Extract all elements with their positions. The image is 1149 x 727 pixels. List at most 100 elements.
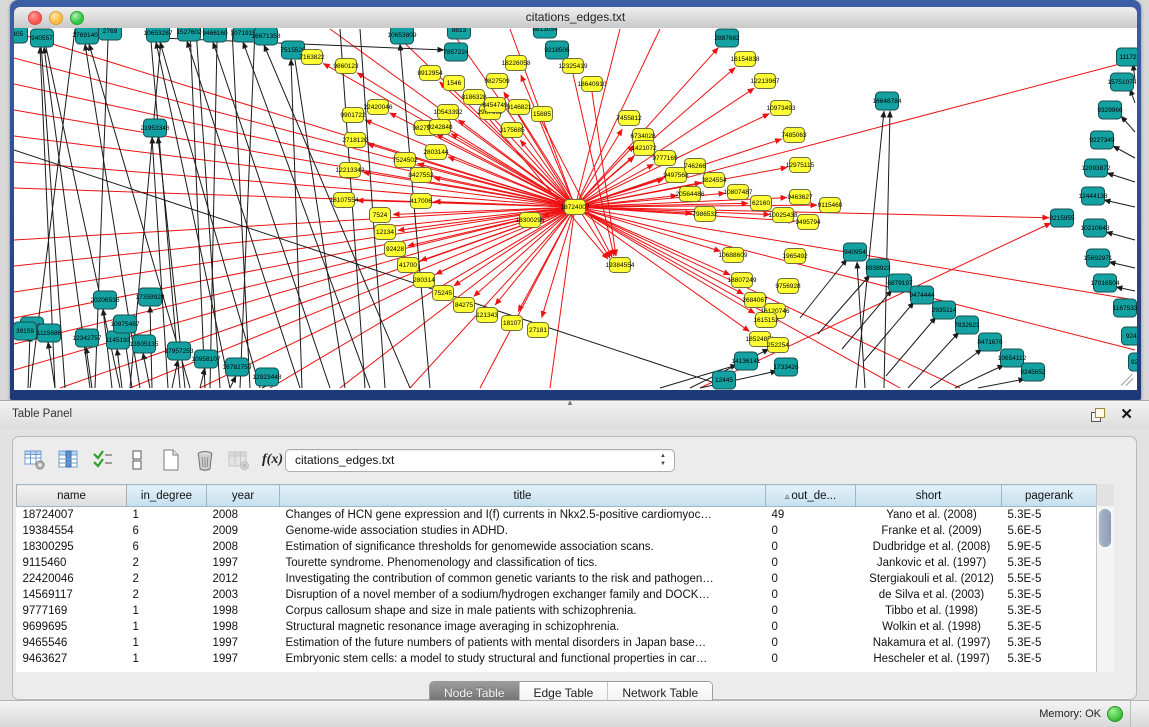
table-selector-dropdown[interactable]: citations_edges.txt ▲▼: [285, 449, 675, 472]
status-divider: [1130, 701, 1131, 727]
float-icon: [1095, 408, 1105, 418]
table-row[interactable]: 1872400712008Changes of HCN gene express…: [17, 507, 1097, 524]
graph-node-label: 41700: [399, 262, 417, 269]
table-cell: 5.5E-5: [1002, 571, 1097, 587]
graph-node-label: 12445: [715, 377, 733, 384]
graph-node-label: 7524502: [392, 157, 418, 164]
table-row[interactable]: 946362711997Embryonic stem cells: a mode…: [17, 651, 1097, 667]
graph-node-label: 2935114: [932, 307, 957, 314]
table-row[interactable]: 1830029562008Estimation of significance …: [17, 539, 1097, 555]
table-cell: 6: [127, 539, 207, 555]
table-cell: 9463627: [17, 651, 127, 667]
column-header-out-degree[interactable]: ▵out_de...: [766, 485, 856, 507]
scrollbar-track[interactable]: [1097, 506, 1114, 672]
graph-node-label: 92428: [386, 246, 404, 253]
column-header-short[interactable]: short: [856, 485, 1002, 507]
graph-node-label: 10688609: [719, 252, 748, 259]
column-header-in-degree[interactable]: in_degree: [127, 485, 207, 507]
float-panel-button[interactable]: [1091, 408, 1105, 422]
graph-node-label: 17016504: [1091, 280, 1120, 287]
graph-node-label: 1115686: [37, 330, 62, 337]
table-cell: 1: [127, 635, 207, 651]
show-columns-button[interactable]: [55, 447, 82, 473]
delete-table-button[interactable]: [225, 447, 252, 473]
table-cell: 5.3E-5: [1002, 555, 1097, 571]
table-cell: Corpus callosum shape and size in male p…: [280, 603, 766, 619]
graph-node-label: 10025438: [769, 212, 798, 219]
graph-node-label: 9463627: [787, 194, 813, 201]
table-scrollbar[interactable]: [1096, 484, 1114, 672]
table-cell: 6: [127, 523, 207, 539]
column-header-title[interactable]: title: [280, 485, 766, 507]
screen: citations_edges.txt 94059405572769140627…: [0, 0, 1149, 727]
column-header-pagerank[interactable]: pagerank: [1002, 485, 1097, 507]
graph-node-label: 9495794: [795, 219, 821, 226]
splitter-collapse-icon[interactable]: ▲: [566, 398, 574, 407]
graph-node-label: 84275: [455, 302, 473, 309]
table-cell: 1998: [207, 619, 280, 635]
row-height-button[interactable]: [123, 447, 150, 473]
table-cell: Dudbridge et al. (2008): [856, 539, 1002, 555]
table-row[interactable]: 911546021997Tourette syndrome. Phenomeno…: [17, 555, 1097, 571]
network-canvas[interactable]: 9405940557276914062769106532871527602946…: [14, 28, 1137, 390]
table-cell: Investigating the contribution of common…: [280, 571, 766, 587]
graph-node-label: 21953346: [141, 125, 170, 132]
table-row[interactable]: 2242004622012Investigating the contribut…: [17, 571, 1097, 587]
status-bar: Memory: OK: [0, 700, 1149, 727]
node-table-grid: name in_degree year title ▵out_de... sho…: [16, 484, 1097, 667]
graph-node-label: 9405: [14, 31, 24, 38]
graph-node-label: 19384554: [606, 262, 635, 269]
graph-node-label: 746266: [684, 163, 706, 170]
table-mode-button[interactable]: [21, 447, 48, 473]
node-table: name in_degree year title ▵out_de... sho…: [16, 484, 1113, 672]
graph-node-label: 2718120: [342, 137, 368, 144]
table-cell: Stergiakouli et al. (2012): [856, 571, 1002, 587]
graph-node-label: 39159: [16, 328, 34, 335]
graph-node-label: 7485063: [781, 132, 807, 139]
table-cell: 18300295: [17, 539, 127, 555]
graph-node-label: 9901722: [340, 112, 366, 119]
resize-grip-icon[interactable]: [1120, 373, 1134, 387]
column-header-year[interactable]: year: [207, 485, 280, 507]
graph-node-label: 10654112: [998, 355, 1027, 362]
table-cell: 19384554: [17, 523, 127, 539]
graph-node-label: 10958107: [192, 356, 221, 363]
table-cell: 18724007: [17, 507, 127, 524]
graph-node-label: 8215955: [1049, 215, 1075, 222]
table-cell: 0: [766, 523, 856, 539]
scrollbar-thumb[interactable]: [1099, 509, 1111, 547]
table-cell: Yano et al. (2008): [856, 507, 1002, 524]
table-cell: de Silva et al. (2003): [856, 587, 1002, 603]
table-row[interactable]: 969969511998Structural magnetic resonanc…: [17, 619, 1097, 635]
new-column-button[interactable]: [157, 447, 184, 473]
column-header-name[interactable]: name: [17, 485, 127, 507]
close-panel-button[interactable]: ✕: [1120, 405, 1133, 423]
graph-node-label: 18724007: [561, 204, 590, 211]
table-row[interactable]: 1456911722003Disruption of a novel membe…: [17, 587, 1097, 603]
graph-node-label: 10653287: [144, 30, 173, 37]
table-cell: 14569117: [17, 587, 127, 603]
graph-node-label: 9827509: [484, 78, 510, 85]
column-checklist-button[interactable]: [89, 447, 116, 473]
memory-ok-indicator[interactable]: [1107, 706, 1123, 722]
table-cell: 0: [766, 619, 856, 635]
graph-node-label: 13505135: [130, 341, 159, 348]
table-row[interactable]: 977716911998Corpus callosum shape and si…: [17, 603, 1097, 619]
window-titlebar[interactable]: citations_edges.txt: [14, 7, 1137, 29]
network-graph[interactable]: 9405940557276914062769106532871527602946…: [14, 28, 1137, 390]
graph-node-label: 16154838: [731, 56, 760, 63]
graph-node-label: 75245: [434, 290, 452, 297]
graph-node-label: 8454749: [482, 102, 508, 109]
graph-node-label: 18640910: [578, 81, 607, 88]
graph-node-label: 8813054: [532, 28, 558, 33]
table-cell: Hescheler et al. (1997): [856, 651, 1002, 667]
table-cell: 1997: [207, 635, 280, 651]
table-row[interactable]: 946554611997Estimation of the future num…: [17, 635, 1097, 651]
delete-column-button[interactable]: [191, 447, 218, 473]
table-row[interactable]: 1938455462009Genome-wide association stu…: [17, 523, 1097, 539]
graph-node-label: 280314: [413, 277, 435, 284]
function-builder-button[interactable]: f(x): [259, 447, 286, 473]
table-panel-body: f(x) citations_edges.txt ▲▼ name in_: [0, 429, 1149, 700]
graph-node-label: 1546: [447, 80, 462, 87]
table-cell: 1: [127, 651, 207, 667]
